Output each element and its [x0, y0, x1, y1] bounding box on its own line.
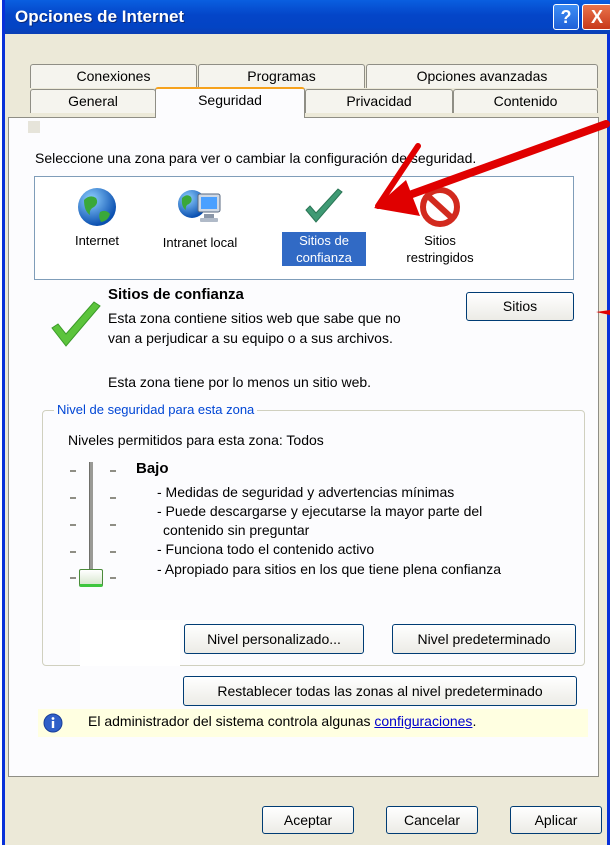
reset-all-zones-button[interactable]: Restablecer todas las zonas al nivel pre…: [183, 676, 577, 706]
tab-seguridad[interactable]: Seguridad: [155, 87, 305, 118]
tab-conexiones[interactable]: Conexiones: [30, 64, 197, 88]
window-title: Opciones de Internet: [15, 7, 185, 26]
blank-area: [80, 620, 180, 666]
tab-contenido[interactable]: Contenido: [453, 89, 598, 113]
zone-intranet-local[interactable]: Intranet local: [150, 186, 250, 251]
level-bullet-2-cont: contenido sin preguntar: [163, 522, 310, 538]
apply-button[interactable]: Aplicar: [510, 806, 602, 834]
zone-internet-label: Internet: [74, 233, 120, 248]
tab-general[interactable]: General: [30, 89, 156, 113]
default-level-button[interactable]: Nivel predeterminado: [392, 624, 576, 654]
admin-info-bar: El administrador del sistema controla al…: [38, 709, 588, 737]
annotation-arrow-zone: [374, 120, 610, 216]
slider-thumb[interactable]: [79, 569, 103, 587]
zone-internet[interactable]: Internet: [62, 186, 132, 249]
tab-privacidad[interactable]: Privacidad: [305, 89, 453, 113]
info-icon: [43, 713, 63, 733]
zone-sitios-confianza[interactable]: Sitios de confianza: [282, 186, 366, 266]
zone-intranet-label: Intranet local: [162, 235, 238, 250]
security-level-group-label: Nivel de seguridad para esta zona: [54, 402, 258, 417]
zone-sitios-confianza-label: Sitios de confianza: [282, 232, 366, 266]
level-bullet-3: - Funciona todo el contenido activo: [157, 541, 375, 557]
custom-level-button[interactable]: Nivel personalizado...: [184, 624, 364, 654]
panel-marker: [28, 121, 40, 133]
zone-note: Esta zona tiene por lo menos un sitio we…: [108, 374, 372, 390]
admin-info-message: El administrador del sistema controla al…: [88, 713, 375, 729]
ok-button[interactable]: Aceptar: [262, 806, 354, 834]
level-bullet-4: - Apropiado para sitios en los que tiene…: [157, 561, 502, 577]
title-bar: Opciones de Internet ? X: [5, 0, 610, 34]
zone-description-line-2: van a perjudicar a su equipo o a sus arc…: [108, 330, 393, 346]
checkmark-icon: [305, 188, 343, 223]
zone-description-line-1: Esta zona contiene sitios web que sabe q…: [108, 310, 401, 326]
level-bullet-1: - Medidas de seguridad y advertencias mí…: [157, 484, 455, 500]
admin-info-suffix: .: [472, 713, 477, 729]
globe-icon: [78, 188, 116, 226]
sites-button[interactable]: Sitios: [466, 292, 574, 321]
settings-link[interactable]: configuraciones: [374, 713, 472, 729]
admin-info-text: El administrador del sistema controla al…: [88, 713, 476, 729]
trusted-sites-check-icon: [51, 301, 101, 347]
level-name: Bajo: [136, 460, 169, 477]
level-bullet-2: - Puede descargarse y ejecutarse la mayo…: [157, 503, 483, 519]
close-button[interactable]: X: [582, 4, 610, 30]
cancel-button[interactable]: Cancelar: [386, 806, 478, 834]
help-button[interactable]: ?: [553, 4, 579, 30]
allowed-levels-text: Niveles permitidos para esta zona: Todos: [68, 432, 324, 448]
tab-programas[interactable]: Programas: [198, 64, 365, 88]
zone-title: Sitios de confianza: [108, 286, 244, 303]
tab-opciones-avanzadas[interactable]: Opciones avanzadas: [366, 64, 598, 88]
intranet-icon: [178, 190, 221, 222]
annotation-arrow-sites: [596, 310, 610, 315]
zone-restricted-label: Sitios restringidos: [406, 233, 474, 265]
